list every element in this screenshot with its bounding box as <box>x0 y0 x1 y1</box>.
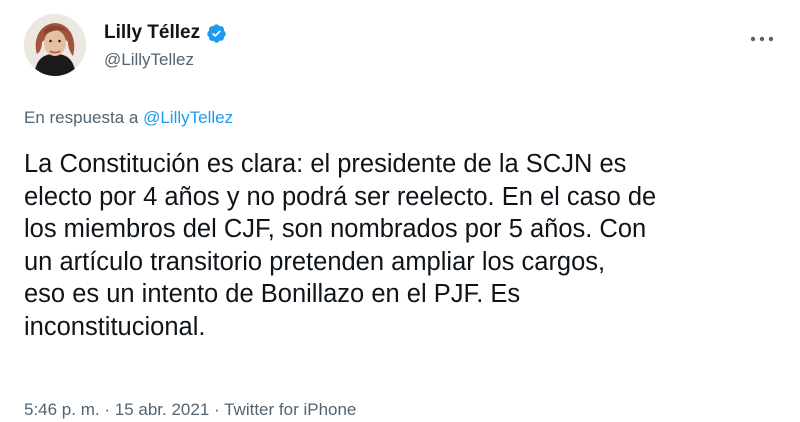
meta-separator: · <box>214 400 220 419</box>
profile-photo-icon <box>24 14 86 76</box>
author-handle[interactable]: @LillyTellez <box>104 50 194 70</box>
tweet-source-link[interactable]: Twitter for iPhone <box>224 400 356 419</box>
reply-prefix: En respuesta a <box>24 108 139 127</box>
author-name-row: Lilly Téllez <box>104 22 227 44</box>
author-display-name[interactable]: Lilly Téllez <box>104 22 200 44</box>
tweet-card: Lilly Téllez @LillyTellez En respuesta a… <box>0 0 800 422</box>
avatar[interactable] <box>24 14 86 76</box>
more-options-icon[interactable] <box>750 30 774 42</box>
reply-mention-link[interactable]: @LillyTellez <box>143 108 233 127</box>
reply-context: En respuesta a @LillyTellez <box>24 108 233 128</box>
tweet-date-link[interactable]: 15 abr. 2021 <box>115 400 210 419</box>
tweet-metadata: 5:46 p. m. · 15 abr. 2021 · Twitter for … <box>24 400 356 420</box>
verified-badge-icon <box>206 23 227 44</box>
tweet-text: La Constitución es clara: el presidente … <box>24 150 657 341</box>
meta-separator: · <box>104 400 111 419</box>
tweet-time-link[interactable]: 5:46 p. m. <box>24 400 100 419</box>
